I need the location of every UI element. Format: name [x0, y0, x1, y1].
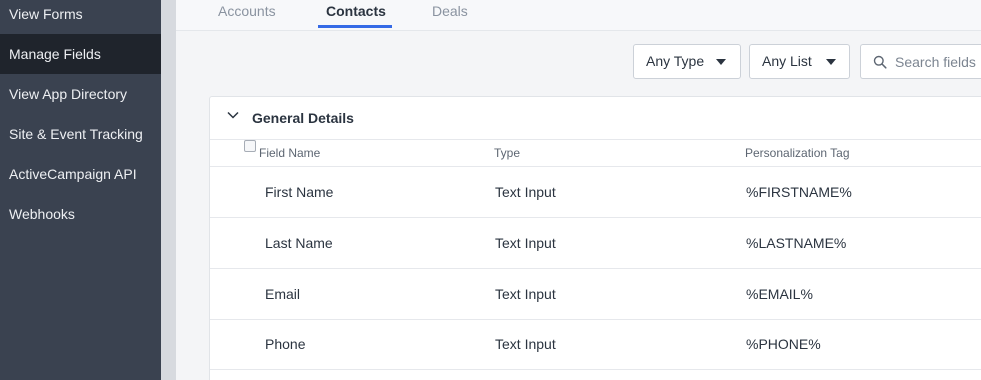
- sidebar-divider: [161, 0, 176, 380]
- field-tag: %PHONE%: [746, 336, 821, 352]
- tab-bar: Accounts Contacts Deals: [176, 0, 981, 31]
- section-title: General Details: [252, 110, 354, 126]
- active-tab-indicator: [318, 25, 392, 28]
- field-tag: %EMAIL%: [746, 286, 813, 302]
- field-type: Text Input: [495, 336, 556, 352]
- sidebar-item-site-event-tracking[interactable]: Site & Event Tracking: [0, 114, 161, 154]
- filter-bar: Any Type Any List: [176, 32, 981, 95]
- list-filter-value: Any List: [762, 53, 812, 69]
- table-row[interactable]: First Name Text Input %FIRSTNAME%: [210, 167, 981, 218]
- field-name: Last Name: [265, 235, 333, 251]
- table-row[interactable]: Last Name Text Input %LASTNAME%: [210, 218, 981, 269]
- chevron-down-icon[interactable]: [227, 111, 239, 119]
- tab-accounts[interactable]: Accounts: [218, 0, 276, 31]
- type-filter-select[interactable]: Any Type: [633, 44, 741, 79]
- sidebar: View Forms Manage Fields View App Direct…: [0, 0, 161, 380]
- sidebar-item-activecampaign-api[interactable]: ActiveCampaign API: [0, 154, 161, 194]
- search-input[interactable]: [895, 45, 981, 78]
- sidebar-item-manage-fields[interactable]: Manage Fields: [0, 34, 161, 74]
- column-header-personalization-tag: Personalization Tag: [745, 146, 850, 160]
- sidebar-item-webhooks[interactable]: Webhooks: [0, 194, 161, 234]
- field-type: Text Input: [495, 286, 556, 302]
- search-icon: [873, 55, 887, 69]
- field-name: First Name: [265, 184, 334, 200]
- section-header-general-details[interactable]: General Details: [210, 97, 981, 140]
- type-filter-value: Any Type: [646, 53, 705, 69]
- field-name: Email: [265, 286, 301, 302]
- select-all-checkbox[interactable]: [244, 140, 256, 152]
- chevron-down-icon: [826, 59, 836, 65]
- search-field[interactable]: [860, 44, 981, 79]
- field-tag: %LASTNAME%: [746, 235, 847, 251]
- field-type: Text Input: [495, 184, 556, 200]
- field-tag: %FIRSTNAME%: [746, 184, 852, 200]
- fields-card: General Details Field Name Type Personal…: [209, 96, 981, 380]
- tab-deals[interactable]: Deals: [432, 0, 468, 31]
- chevron-down-icon: [716, 59, 726, 65]
- table-header: Field Name Type Personalization Tag: [210, 140, 981, 167]
- table-row[interactable]: Email Text Input %EMAIL%: [210, 269, 981, 320]
- list-filter-select[interactable]: Any List: [749, 44, 850, 79]
- column-header-field-name: Field Name: [259, 146, 321, 160]
- sidebar-item-view-app-directory[interactable]: View App Directory: [0, 74, 161, 114]
- table-row[interactable]: Phone Text Input %PHONE%: [210, 319, 981, 370]
- sidebar-item-view-forms[interactable]: View Forms: [0, 0, 161, 34]
- field-name: Phone: [265, 336, 306, 352]
- column-header-type: Type: [494, 146, 521, 160]
- field-type: Text Input: [495, 235, 556, 251]
